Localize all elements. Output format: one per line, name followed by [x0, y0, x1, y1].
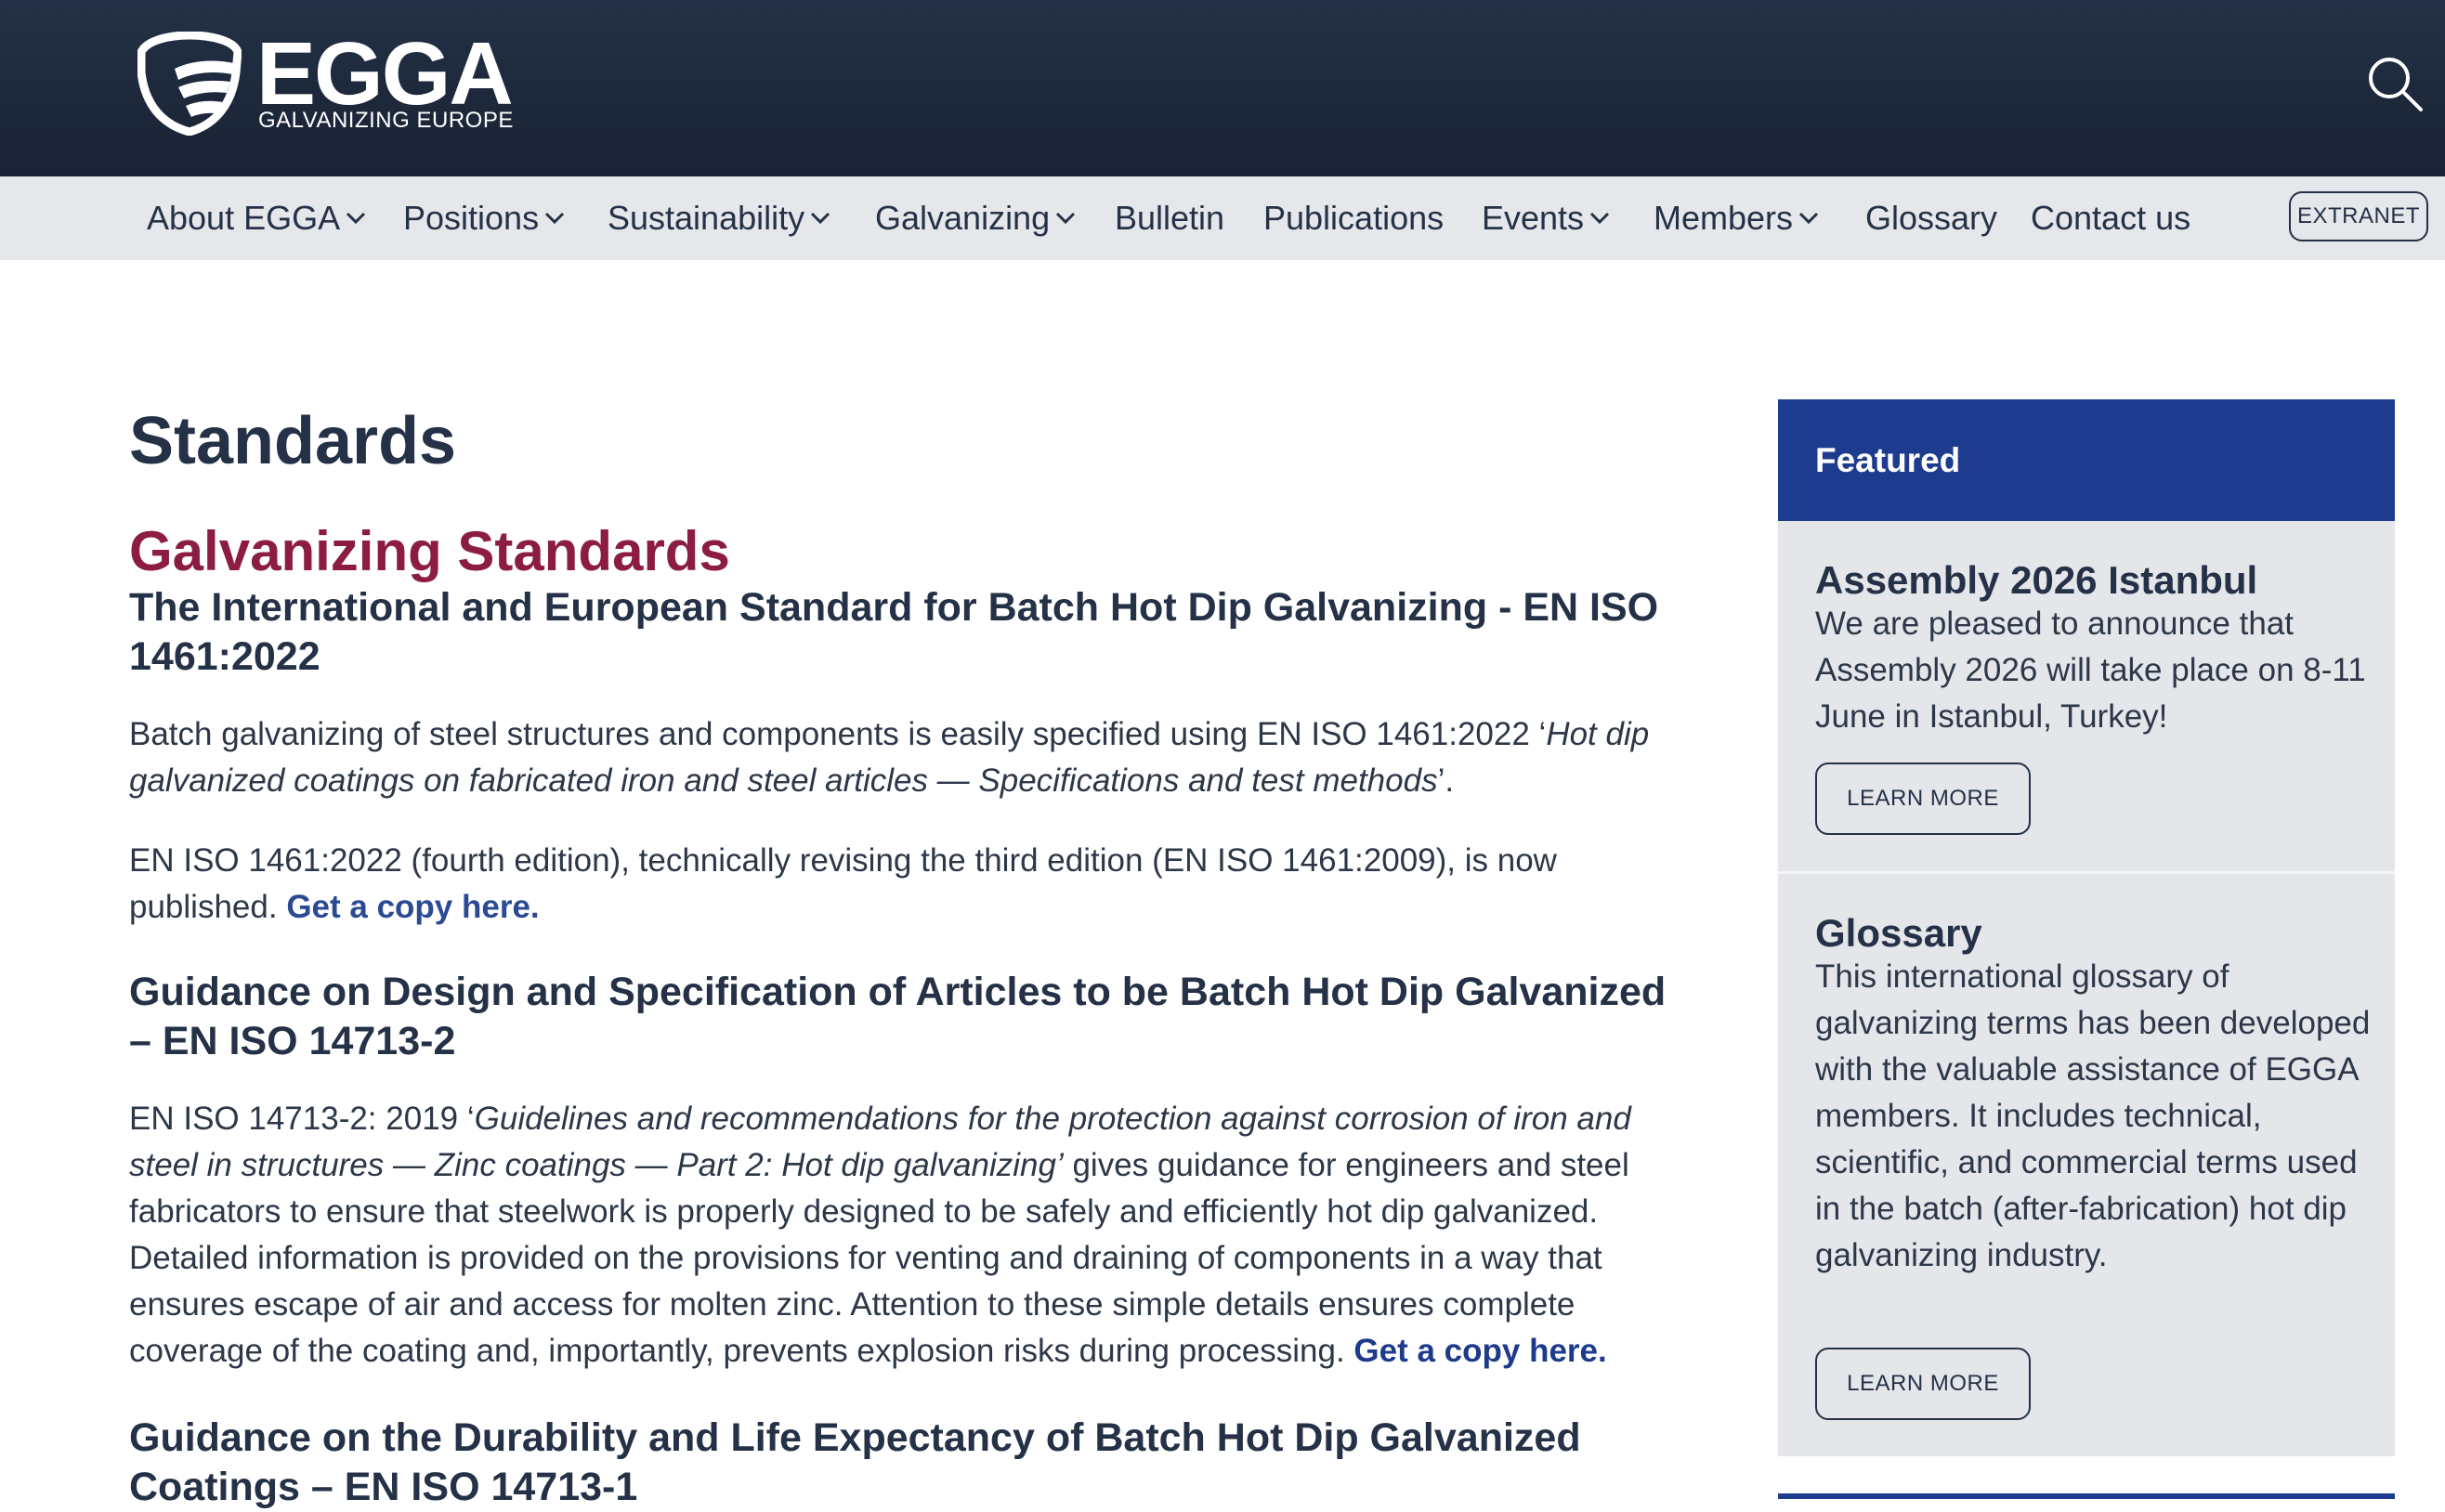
- nav-galvanizing[interactable]: Galvanizing: [875, 176, 1076, 260]
- nav-label: Bulletin: [1115, 199, 1225, 237]
- learn-more-button-glossary[interactable]: LEARN MORE: [1815, 1348, 2031, 1420]
- chevron-down-icon: [811, 213, 830, 225]
- nav-label: Galvanizing: [875, 199, 1051, 237]
- nav-label: Glossary: [1865, 199, 1998, 237]
- section-title: Galvanizing Standards: [129, 520, 730, 582]
- nav-label: About EGGA: [147, 199, 341, 237]
- chevron-down-icon: [545, 213, 565, 225]
- chevron-down-icon: [346, 213, 366, 225]
- page-title: Standards: [129, 404, 457, 478]
- nav-label: Members: [1654, 199, 1794, 237]
- sidebar-bottom-rule: [1778, 1493, 2395, 1499]
- nav-bulletin[interactable]: Bulletin: [1115, 176, 1224, 260]
- paragraph-text: Batch galvanizing of steel structures an…: [129, 716, 1547, 752]
- nav-events[interactable]: Events: [1482, 176, 1610, 260]
- nav-contact-us[interactable]: Contact us: [2031, 176, 2190, 260]
- egga-logo[interactable]: EGGA GALVANIZING EUROPE: [137, 24, 514, 136]
- standard-heading-en-iso-14713-2: Guidance on Design and Specification of …: [129, 970, 1667, 1063]
- card-text: We are pleased to announce that Assembly…: [1815, 606, 2366, 735]
- card-title: Assembly 2026 Istanbul: [1815, 558, 2258, 602]
- learn-more-button-assembly[interactable]: LEARN MORE: [1815, 763, 2031, 835]
- logo-tagline: GALVANIZING EUROPE: [258, 108, 514, 133]
- get-copy-link-1461[interactable]: Get a copy here.: [286, 889, 539, 925]
- nav-positions[interactable]: Positions: [403, 176, 565, 260]
- chevron-down-icon: [1798, 213, 1819, 225]
- standard-intro-paragraph: Batch galvanizing of steel structures an…: [129, 711, 1690, 804]
- edition-paragraph: EN ISO 1461:2022 (fourth edition), techn…: [129, 838, 1690, 931]
- logo-wordmark: EGGA: [256, 24, 514, 124]
- design-guidance-paragraph: EN ISO 14713-2: 2019 ‘Guidelines and rec…: [129, 1096, 1690, 1375]
- extranet-button[interactable]: EXTRANET: [2289, 191, 2428, 241]
- featured-card-assembly: Assembly 2026 Istanbul We are pleased to…: [1778, 521, 2395, 871]
- featured-card-glossary: Glossary This international glossary of …: [1778, 874, 2395, 1456]
- nav-label: Sustainability: [608, 199, 805, 237]
- standard-heading-en-iso-14713-1: Guidance on the Durability and Life Expe…: [129, 1415, 1581, 1509]
- site-header: EGGA GALVANIZING EUROPE: [0, 0, 2445, 176]
- nav-label: Publications: [1263, 199, 1445, 237]
- chevron-down-icon: [1590, 213, 1610, 225]
- nav-sustainability[interactable]: Sustainability: [608, 176, 830, 260]
- nav-publications[interactable]: Publications: [1263, 176, 1444, 260]
- nav-label: Positions: [403, 199, 540, 237]
- get-copy-link-14713-2[interactable]: Get a copy here.: [1353, 1333, 1606, 1369]
- standard-heading-en-iso-1461: The International and European Standard …: [129, 585, 1659, 679]
- search-icon[interactable]: [2365, 54, 2425, 113]
- paragraph-text: ’.: [1437, 763, 1455, 799]
- chevron-down-icon: [1056, 213, 1076, 225]
- paragraph-text: EN ISO 14713-2: 2019 ‘: [129, 1101, 475, 1137]
- nav-about-egga[interactable]: About EGGA: [147, 176, 366, 260]
- nav-members[interactable]: Members: [1654, 176, 1819, 260]
- card-title: Glossary: [1815, 911, 1982, 955]
- nav-glossary[interactable]: Glossary: [1865, 176, 1997, 260]
- card-text: This international glossary of galvanizi…: [1815, 958, 2371, 1273]
- main-navigation: About EGGA Positions Sustainability Galv…: [0, 176, 2445, 260]
- featured-header: Featured: [1778, 399, 2395, 521]
- nav-label: Contact us: [2031, 199, 2191, 237]
- shield-logo-icon: [137, 32, 242, 136]
- nav-label: Events: [1482, 199, 1585, 237]
